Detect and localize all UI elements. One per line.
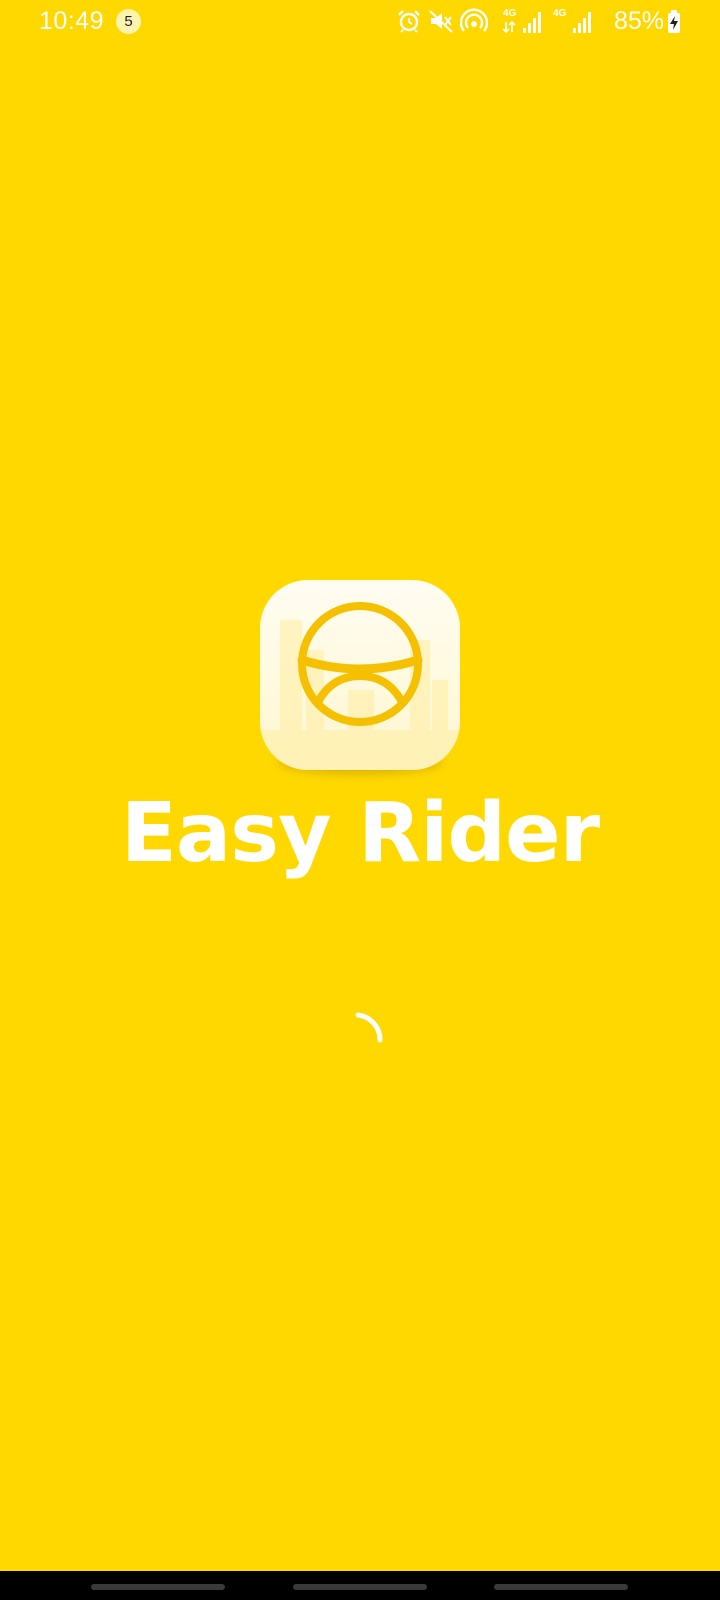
splash-screen: 10:49 5 4G 4G 85% Easy Rider (0, 0, 720, 1600)
app-title: Easy Rider (120, 786, 600, 881)
network-type-label: 4G (503, 8, 517, 19)
charging-battery-icon (668, 10, 680, 33)
nav-recents-handle[interactable] (91, 1584, 225, 1590)
network-type-label: 4G (553, 8, 567, 19)
signal-4g-icon: 4G (550, 8, 596, 36)
spinner-icon (355, 1012, 383, 1043)
nav-home-handle[interactable] (293, 1584, 427, 1590)
status-bar: 10:49 5 4G 4G 85% (0, 0, 720, 44)
mute-icon (429, 10, 453, 33)
app-logo (260, 580, 460, 774)
hotspot-icon (460, 8, 488, 32)
alarm-icon (398, 10, 420, 33)
battery-percentage: 85% (614, 7, 665, 35)
logo-tile (260, 580, 460, 770)
steering-wheel-icon (260, 602, 460, 770)
status-time: 10:49 (39, 7, 105, 35)
navigation-bar (0, 1571, 720, 1600)
signal-4g-icon: 4G (500, 8, 546, 36)
nav-back-handle[interactable] (494, 1584, 628, 1590)
notification-count-badge: 5 (116, 9, 141, 34)
